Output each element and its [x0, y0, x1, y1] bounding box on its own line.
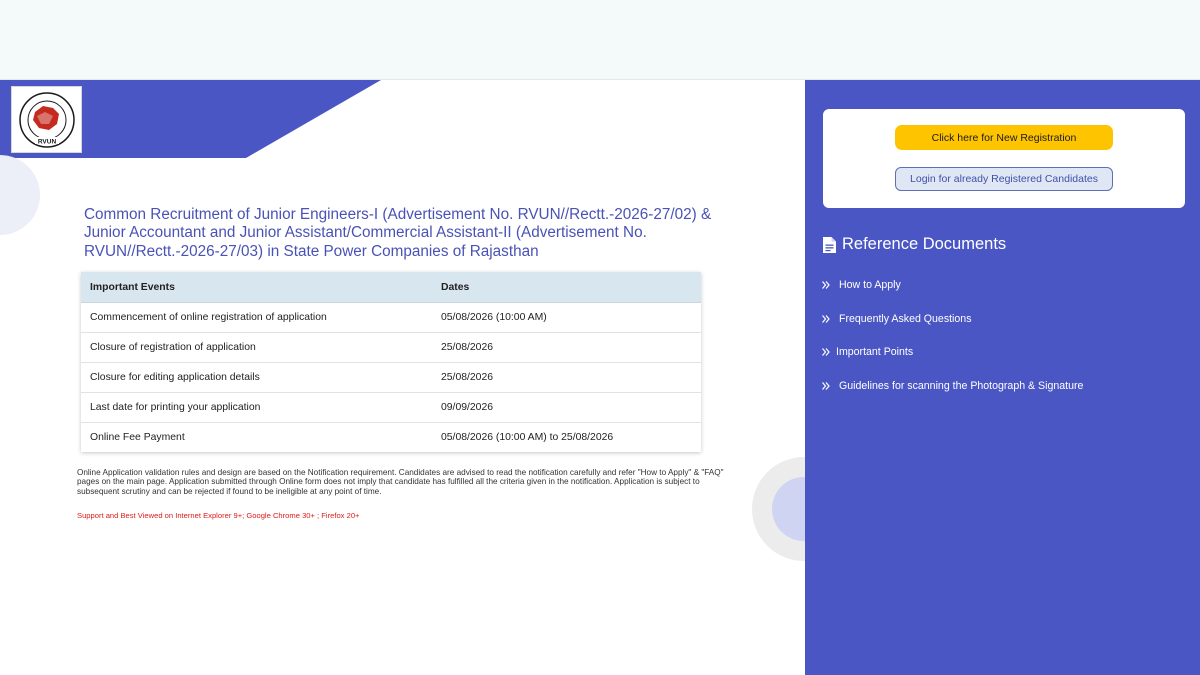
event-cell: Last date for printing your application [81, 392, 432, 423]
double-chevron-right-icon [821, 314, 839, 324]
date-cell: 05/08/2026 (10:00 AM) to 25/08/2026 [432, 422, 701, 452]
table-row: Commencement of online registration of a… [81, 302, 701, 333]
event-cell: Closure of registration of application [81, 332, 432, 363]
notice-text: Online Application validation rules and … [77, 468, 724, 496]
reference-documents-title: Reference Documents [842, 235, 1007, 253]
ref-link-important-points[interactable]: Important Points [821, 335, 1083, 369]
sidebar: Click here for New Registration Login fo… [805, 80, 1200, 675]
ref-link-label: Frequently Asked Questions [839, 312, 972, 325]
ref-link-faq[interactable]: Frequently Asked Questions [821, 302, 1083, 336]
date-cell: 05/08/2026 (10:00 AM) [432, 302, 701, 333]
reference-documents-list: How to Apply Frequently Asked Questions … [821, 268, 1083, 403]
main-content: RVUN Common Recruitment of Junior Engine… [0, 80, 805, 675]
browser-support-note: Support and Best Viewed on Internet Expl… [77, 511, 360, 520]
table-row: Online Fee Payment 05/08/2026 (10:00 AM)… [81, 422, 701, 452]
double-chevron-right-icon [821, 381, 839, 391]
column-header-dates: Dates [432, 272, 701, 303]
table-header-row: Important Events Dates [81, 272, 701, 303]
svg-text:RVUN: RVUN [37, 138, 56, 145]
event-cell: Commencement of online registration of a… [81, 302, 432, 333]
rvun-logo[interactable]: RVUN [11, 86, 82, 153]
ref-link-label: Guidelines for scanning the Photograph &… [839, 379, 1084, 392]
rvun-emblem-icon: RVUN [18, 91, 75, 148]
important-events-table: Important Events Dates Commencement of o… [81, 272, 701, 452]
page-title: Common Recruitment of Junior Engineers-I… [84, 206, 712, 260]
ref-link-label: How to Apply [839, 278, 901, 291]
table-row: Last date for printing your application … [81, 392, 701, 423]
registration-card: Click here for New Registration Login fo… [823, 109, 1185, 208]
date-cell: 25/08/2026 [432, 362, 701, 393]
column-header-events: Important Events [81, 272, 432, 303]
double-chevron-right-icon [821, 347, 836, 357]
reference-documents-heading: Reference Documents [823, 235, 1006, 254]
header-banner [0, 80, 381, 158]
event-cell: Closure for editing application details [81, 362, 432, 393]
event-cell: Online Fee Payment [81, 422, 432, 452]
date-cell: 09/09/2026 [432, 392, 701, 423]
double-chevron-right-icon [821, 280, 839, 290]
ref-link-how-to-apply[interactable]: How to Apply [821, 268, 1083, 302]
table-row: Closure for editing application details … [81, 362, 701, 393]
login-registered-button[interactable]: Login for already Registered Candidates [895, 167, 1113, 191]
decorative-circle [0, 155, 40, 235]
ref-link-scanning-guidelines[interactable]: Guidelines for scanning the Photograph &… [821, 369, 1083, 403]
new-registration-button[interactable]: Click here for New Registration [895, 125, 1113, 150]
date-cell: 25/08/2026 [432, 332, 701, 363]
document-icon [823, 236, 836, 253]
table-row: Closure of registration of application 2… [81, 332, 701, 363]
ref-link-label: Important Points [836, 346, 914, 359]
top-bar [0, 0, 1200, 80]
